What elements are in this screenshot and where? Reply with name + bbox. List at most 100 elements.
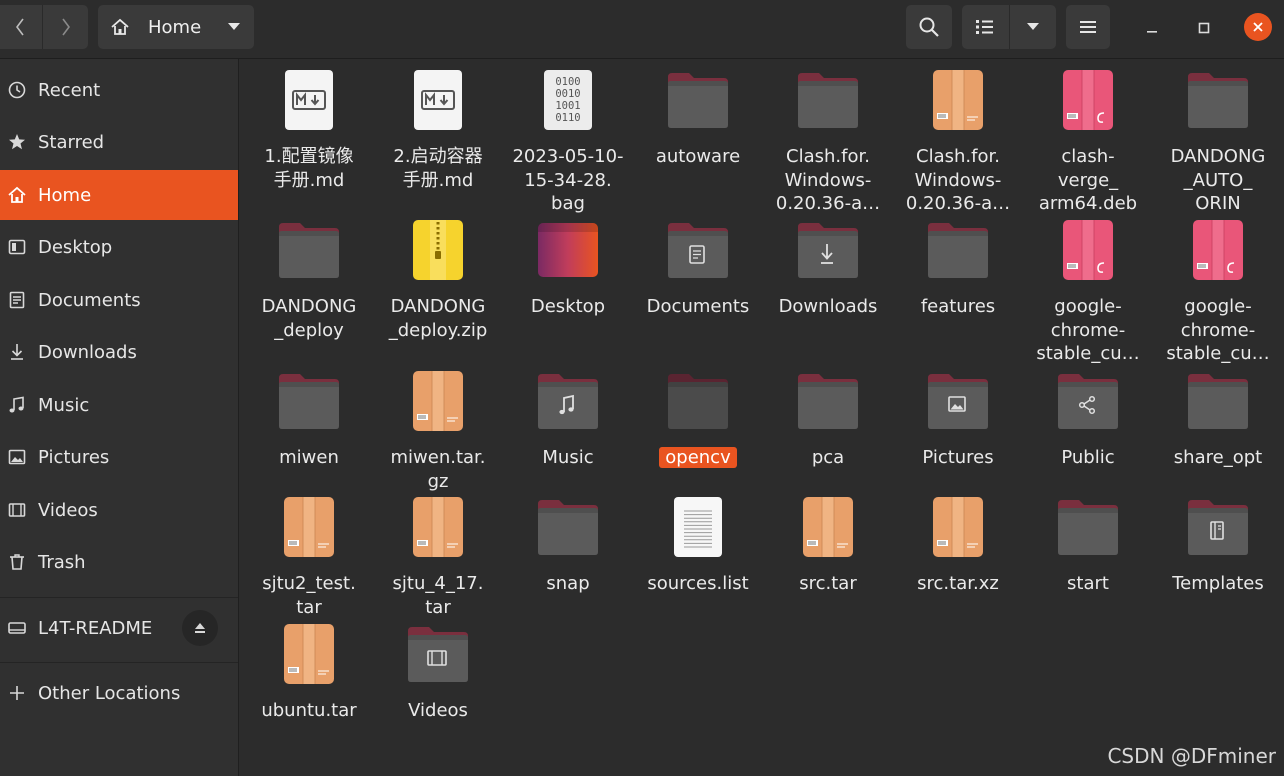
file-name-text: Documents xyxy=(646,296,750,317)
file-name-label: Videos xyxy=(373,699,503,723)
maximize-icon xyxy=(1198,22,1210,34)
sidebar-item-videos[interactable]: Videos xyxy=(0,485,238,535)
folder-icon xyxy=(763,69,893,135)
svg-text:1001: 1001 xyxy=(555,100,580,112)
file-name-text: src.tar xyxy=(799,573,857,594)
file-name-text: 2.启动容器 手册.md xyxy=(393,146,483,191)
sidebar-item-music[interactable]: Music xyxy=(0,380,238,430)
archive-icon xyxy=(763,496,893,562)
list-view-button[interactable] xyxy=(962,5,1008,49)
trash-icon xyxy=(6,551,28,573)
chevron-down-icon xyxy=(228,23,240,30)
file-name-label: DANDONG _deploy xyxy=(244,295,374,342)
sidebar-item-documents[interactable]: Documents xyxy=(0,275,238,325)
close-button[interactable] xyxy=(1244,13,1272,41)
folder-icon xyxy=(503,496,633,562)
file-name-label: google- chrome- stable_cu… xyxy=(1153,295,1283,366)
sidebar-item-label: Other Locations xyxy=(38,682,181,704)
search-button[interactable] xyxy=(906,5,952,49)
file-name-text: src.tar.xz xyxy=(917,573,999,594)
sidebar-item-recent[interactable]: Recent xyxy=(0,65,238,115)
file-name-text: opencv xyxy=(659,447,737,468)
file-name-label: Documents xyxy=(633,295,763,319)
sidebar-item-trash[interactable]: Trash xyxy=(0,537,238,587)
file-grid: 1.配置镜像 手册.md 2.启动容器 手册.md 0100 0010 1001 0110… xyxy=(239,59,1284,776)
folder-icon xyxy=(893,219,1023,285)
file-name-text: 2023-05-10- 15-34-28. bag xyxy=(512,146,624,214)
folder-icon xyxy=(1023,496,1153,562)
sidebar-item-other-locations[interactable]: Other Locations xyxy=(0,668,238,718)
folder-icon xyxy=(244,370,374,436)
sidebar: Recent Starred Home Desktop Documents Do… xyxy=(0,59,239,776)
sidebar-divider xyxy=(0,662,238,663)
back-button[interactable] xyxy=(0,5,40,49)
file-name-text: Clash.for. Windows- 0.20.36-a… xyxy=(775,146,881,214)
public-folder-icon xyxy=(1023,370,1153,436)
file-name-label: google- chrome- stable_cu… xyxy=(1023,295,1153,366)
eject-button[interactable] xyxy=(182,610,218,646)
main-menu-button[interactable] xyxy=(1066,5,1110,49)
home-icon xyxy=(111,18,129,35)
sidebar-item-pictures[interactable]: Pictures xyxy=(0,432,238,482)
watermark: CSDN @DFminer xyxy=(1107,744,1276,768)
folder-icon xyxy=(633,69,763,135)
path-bar-label: Home xyxy=(148,16,202,38)
music-icon xyxy=(6,394,28,416)
sidebar-item-label: Pictures xyxy=(38,446,110,468)
file-name-label: start xyxy=(1023,572,1153,596)
file-name-label: Downloads xyxy=(763,295,893,319)
maximize-button[interactable] xyxy=(1186,10,1222,46)
archive-icon xyxy=(373,370,503,436)
file-name-label: snap xyxy=(503,572,633,596)
text-file-icon xyxy=(633,496,763,562)
file-name-label: ubuntu.tar xyxy=(244,699,374,723)
file-name-label: Music xyxy=(503,446,633,470)
file-name-text: google- chrome- stable_cu… xyxy=(1166,296,1270,364)
sidebar-item-downloads[interactable]: Downloads xyxy=(0,327,238,377)
sidebar-item-desktop[interactable]: Desktop xyxy=(0,222,238,272)
file-name-text: sjtu_4_17. tar xyxy=(392,573,484,618)
file-name-label: features xyxy=(893,295,1023,319)
file-name-label: src.tar xyxy=(763,572,893,596)
sidebar-item-label: Documents xyxy=(38,289,141,311)
minimize-button[interactable] xyxy=(1134,10,1170,46)
file-name-label: opencv xyxy=(633,446,763,470)
folder-icon xyxy=(244,219,374,285)
navigation-buttons xyxy=(0,5,88,49)
sidebar-item-starred[interactable]: Starred xyxy=(0,117,238,167)
templates-folder-icon xyxy=(1153,496,1283,562)
clock-icon xyxy=(6,79,28,101)
file-name-text: ubuntu.tar xyxy=(261,700,357,721)
file-name-text: Videos xyxy=(408,700,468,721)
deb-package-icon xyxy=(1023,219,1153,285)
folder-icon xyxy=(1153,69,1283,135)
close-icon xyxy=(1253,22,1263,32)
file-name-text: DANDONG _deploy.zip xyxy=(388,296,488,341)
pictures-icon xyxy=(6,446,28,468)
sidebar-item-label: Trash xyxy=(38,551,86,573)
file-name-label: Templates xyxy=(1153,572,1283,596)
sidebar-item-label: L4T-README xyxy=(38,617,153,639)
plus-icon xyxy=(6,682,28,704)
view-options-dropdown[interactable] xyxy=(1010,5,1056,49)
documents-icon xyxy=(6,289,28,311)
file-name-text: start xyxy=(1067,573,1109,594)
sidebar-item-home[interactable]: Home xyxy=(0,170,238,220)
file-name-label: Clash.for. Windows- 0.20.36-a… xyxy=(763,145,893,216)
binary-file-icon: 0100 0010 1001 0110 xyxy=(503,69,633,135)
desktop-folder-icon xyxy=(503,219,633,285)
file-name-label: src.tar.xz xyxy=(893,572,1023,596)
file-name-label: 2.启动容器 手册.md xyxy=(373,145,503,192)
zip-archive-icon xyxy=(373,219,503,285)
search-icon xyxy=(919,17,939,37)
header-bar: Home xyxy=(0,0,1284,59)
file-name-label: 1.配置镜像 手册.md xyxy=(244,145,374,192)
sidebar-item-label: Downloads xyxy=(38,341,137,363)
forward-button[interactable] xyxy=(46,5,86,49)
path-bar-home-button[interactable]: Home xyxy=(98,5,254,49)
sidebar-item-label: Videos xyxy=(38,499,98,521)
videos-icon xyxy=(6,499,28,521)
deb-package-icon xyxy=(1023,69,1153,135)
star-icon xyxy=(6,131,28,153)
minimize-icon xyxy=(1147,31,1157,33)
